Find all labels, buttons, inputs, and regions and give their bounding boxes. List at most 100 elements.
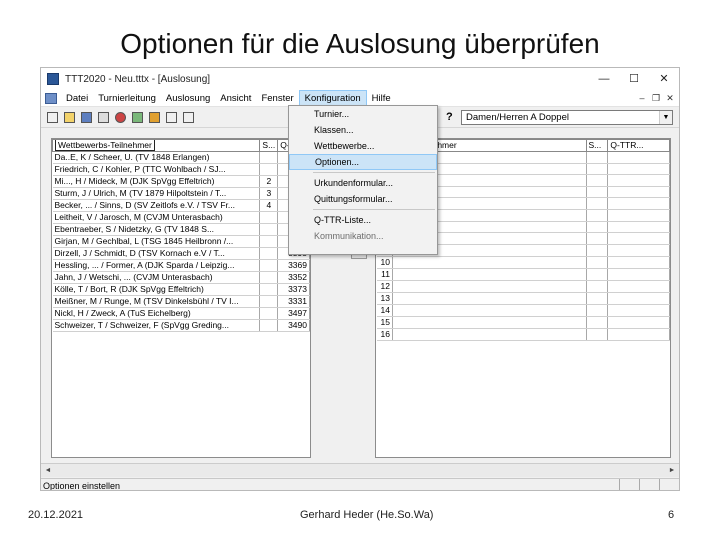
table-cell (259, 211, 279, 224)
open-icon[interactable] (62, 111, 76, 125)
table-row[interactable]: Meißner, M / Runge, M (TSV Dinkelsbühl /… (52, 295, 310, 308)
table-row[interactable]: Da..E, K / Scheer, U. (TV 1848 Erlangen) (52, 151, 310, 164)
chevron-down-icon[interactable]: ▼ (659, 111, 672, 124)
table-row[interactable]: Girjan, M / Gechlbal, L (TSG 1845 Heilbr… (52, 235, 310, 248)
table-row[interactable]: Nickl, H / Zweck, A (TuS Eichelberg) 3497 (52, 307, 310, 320)
table-row[interactable]: 15 (376, 316, 670, 329)
table-cell (259, 295, 279, 308)
menu-auslosung[interactable]: Auslosung (161, 90, 215, 107)
competition-select[interactable]: Damen/Herren A Doppel ▼ (461, 110, 673, 125)
table-row[interactable]: Becker, ... / Sinns, D (SV Zeitlofs e.V.… (52, 199, 310, 212)
table-row[interactable]: 12 (376, 280, 670, 293)
table-cell (586, 186, 609, 199)
table-cell (586, 163, 609, 176)
table-cell (259, 307, 279, 320)
table-cell: Friedrich, C / Kohler, P (TTC Wohlbach /… (52, 163, 261, 176)
table-row[interactable]: 10 (376, 256, 670, 269)
table-row[interactable]: Hessling, ... / Former, A (DJK Sparda / … (52, 259, 310, 272)
menu-fenster[interactable]: Fenster (256, 90, 298, 107)
table-row[interactable]: Dirzell, J / Schmidt, D (TSV Kornach e.V… (52, 247, 310, 260)
table-cell: 14 (376, 304, 393, 317)
footer-page: 6 (668, 509, 675, 521)
table-cell: 2 (259, 175, 279, 188)
table-cell (259, 151, 279, 164)
table-cell (586, 209, 609, 222)
table-row[interactable]: 13 (376, 292, 670, 305)
document-icon[interactable] (45, 92, 57, 104)
mdi-restore-button[interactable]: ❐ (649, 90, 663, 106)
menu-item-turnier[interactable]: Turnier... (289, 106, 437, 122)
mdi-close-button[interactable]: ✕ (663, 90, 677, 106)
table-row[interactable]: 14 (376, 304, 670, 317)
table-cell: Da..E, K / Scheer, U. (TV 1848 Erlangen) (52, 151, 261, 164)
table-cell: Schweizer, T / Schweizer, F (SpVgg Gredi… (52, 319, 261, 332)
menu-item-urkundenformular[interactable]: Urkundenformular... (289, 175, 437, 191)
table-cell (586, 221, 609, 234)
konfiguration-menu: Turnier... Klassen... Wettbewerbe... Opt… (288, 105, 438, 255)
print-icon[interactable] (96, 111, 110, 125)
status-cell (659, 479, 679, 490)
table-cell: Ebentraeber, S / Nidetzky, G (TV 1848 S.… (52, 223, 261, 236)
close-button[interactable]: ✕ (649, 68, 679, 90)
table-cell (586, 316, 609, 329)
table-cell (259, 223, 279, 236)
slide-title: Optionen für die Auslosung überprüfen (120, 28, 600, 59)
table-row[interactable]: Schweizer, T / Schweizer, F (SpVgg Gredi… (52, 319, 310, 332)
mdi-minimize-button[interactable]: – (635, 90, 649, 106)
table-cell (259, 319, 279, 332)
table-cell (586, 328, 609, 341)
scroll-left-icon[interactable]: ◄ (41, 464, 55, 477)
table-row[interactable]: Friedrich, C / Kohler, P (TTC Wohlbach /… (52, 163, 310, 176)
maximize-button[interactable]: ☐ (619, 68, 649, 90)
table-icon[interactable] (130, 111, 144, 125)
draw-icon[interactable] (147, 111, 161, 125)
menu-hilfe[interactable]: Hilfe (367, 90, 396, 107)
menu-item-quittungsformular[interactable]: Quittungsformular... (289, 191, 437, 207)
right-col-header[interactable]: S... (585, 139, 609, 152)
table-cell: 16 (376, 328, 393, 341)
menu-item-qttr-liste[interactable]: Q-TTR-Liste... (289, 212, 437, 228)
left-participants-grid[interactable]: Wettbewerbs-Teilnehmer S... Q-TTR Da..E,… (51, 138, 311, 458)
menu-item-kommunikation[interactable]: Kommunikation... (289, 228, 437, 244)
window-titlebar[interactable]: TTT2020 - Neu.tttx - [Auslosung] — ☐ ✕ (41, 68, 679, 90)
menu-konfiguration[interactable]: Konfiguration (298, 89, 367, 107)
menu-separator (313, 209, 435, 210)
help-icon[interactable]: ? (446, 111, 453, 123)
table-cell: 3490 (277, 319, 310, 332)
table-row[interactable]: Mi..., H / Mideck, M (DJK SpVgg Effeltri… (52, 175, 310, 188)
left-col-header[interactable]: Wettbewerbs-Teilnehmer (52, 139, 261, 152)
menu-ansicht[interactable]: Ansicht (215, 90, 256, 107)
table-cell (259, 283, 279, 296)
table-row[interactable]: 16 (376, 328, 670, 341)
table-cell (607, 151, 670, 164)
table-cell (607, 244, 670, 257)
menu-item-optionen[interactable]: Optionen... (289, 154, 437, 170)
table-cell (607, 209, 670, 222)
grid-icon[interactable] (164, 111, 178, 125)
right-col-header[interactable]: Q-TTR... (607, 139, 670, 152)
new-icon[interactable] (45, 111, 59, 125)
scroll-right-icon[interactable]: ► (665, 464, 679, 477)
table-row[interactable]: Jahn, J / Wetschi, ... (CVJM Unterasbach… (52, 271, 310, 284)
horizontal-scrollbar[interactable]: ◄ ► (41, 463, 679, 477)
table-cell: Hessling, ... / Former, A (DJK Sparda / … (52, 259, 261, 272)
save-icon[interactable] (79, 111, 93, 125)
table-row[interactable]: Sturm, J / Ulrich, M (TV 1879 Hilpoltste… (52, 187, 310, 200)
left-col-header[interactable]: S... (259, 139, 279, 152)
menu-datei[interactable]: Datei (61, 90, 93, 107)
table-row[interactable]: Ebentraeber, S / Nidetzky, G (TV 1848 S.… (52, 223, 310, 236)
competition-select-value: Damen/Herren A Doppel (466, 112, 569, 123)
table-row[interactable]: 11 (376, 268, 670, 281)
table-cell (392, 268, 587, 281)
menu-item-wettbewerbe[interactable]: Wettbewerbe... (289, 138, 437, 154)
list-icon[interactable] (181, 111, 195, 125)
table-cell: 3331 (277, 295, 310, 308)
minimize-button[interactable]: — (589, 68, 619, 90)
table-cell: 12 (376, 280, 393, 293)
table-row[interactable]: Leitheit, V / Jarosch, M (CVJM Unterasba… (52, 211, 310, 224)
players-icon[interactable] (113, 111, 127, 125)
table-row[interactable]: Kölle, T / Bort, R (DJK SpVgg Effeltrich… (52, 283, 310, 296)
menu-item-klassen[interactable]: Klassen... (289, 122, 437, 138)
menu-turnierleitung[interactable]: Turnierleitung (93, 90, 161, 107)
status-bar: Optionen einstellen (41, 478, 679, 490)
